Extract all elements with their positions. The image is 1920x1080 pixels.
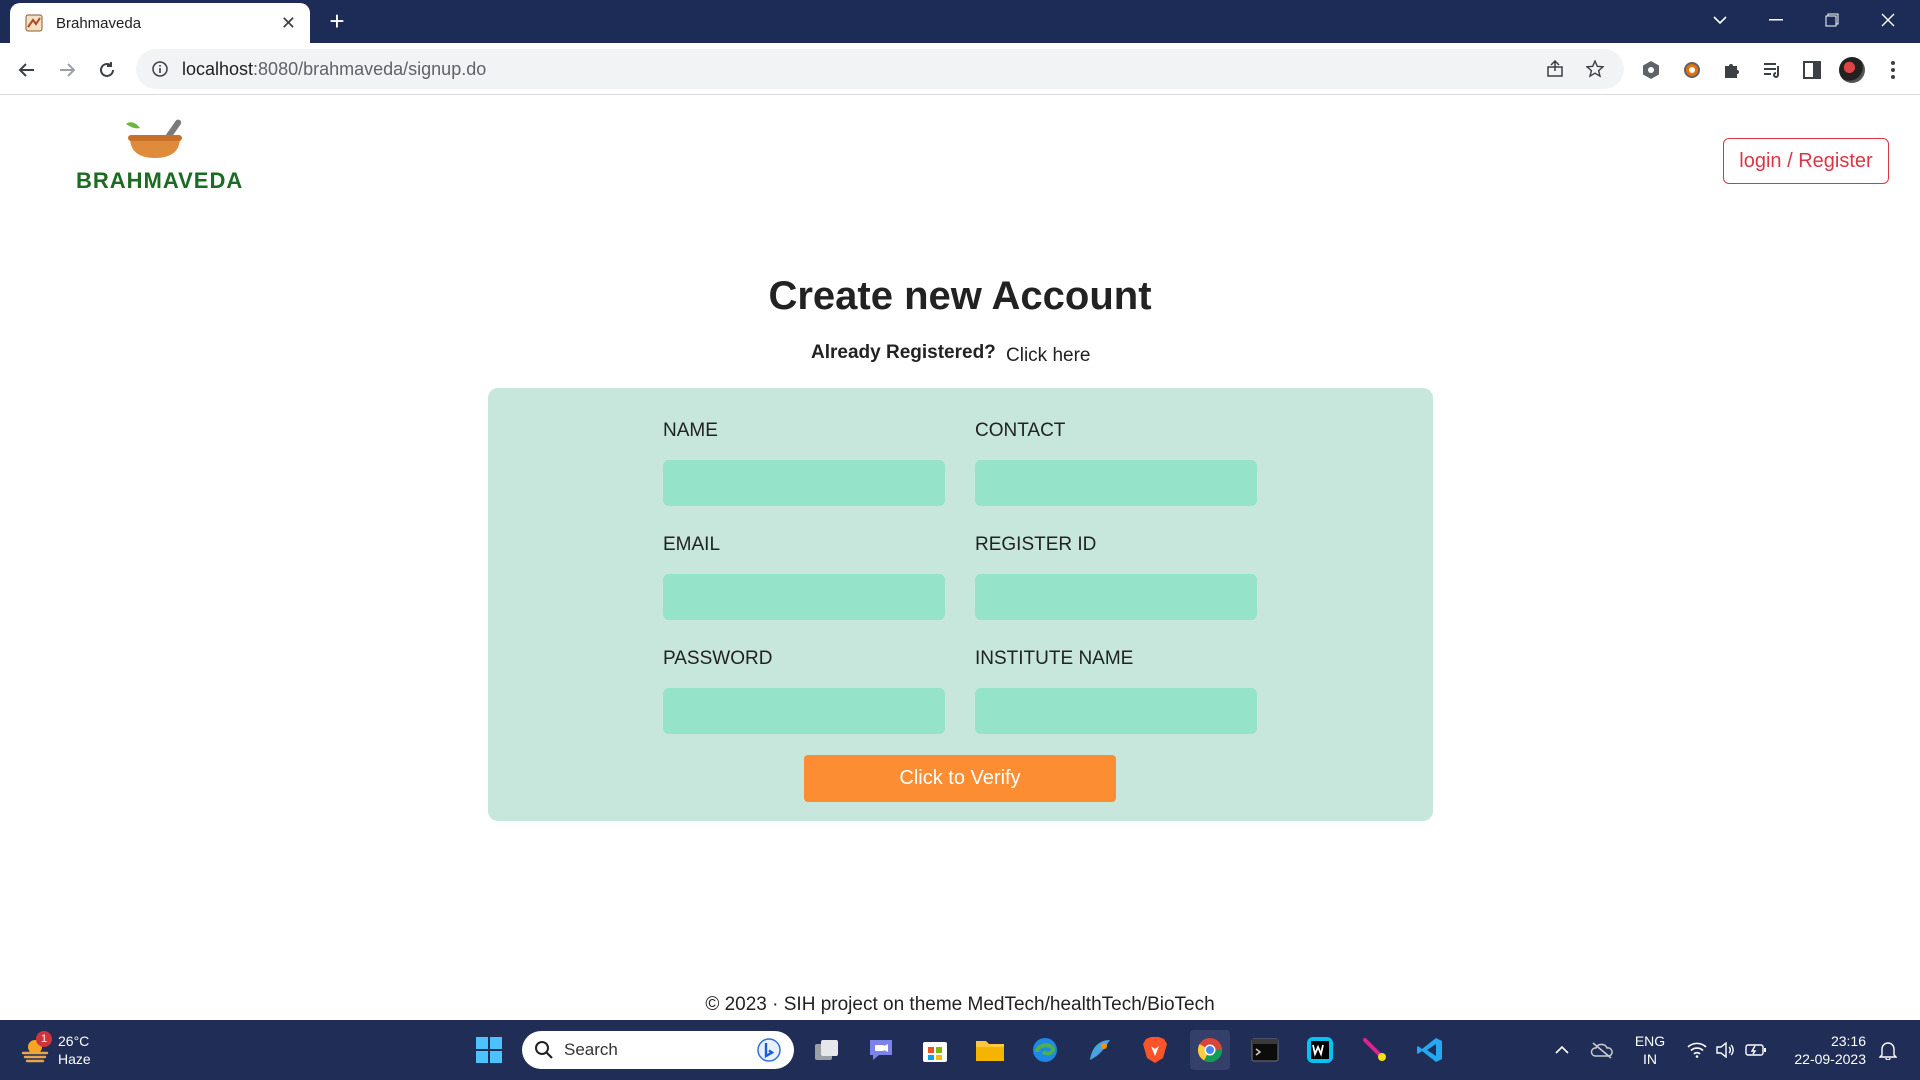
clock-time: 23:16 bbox=[1830, 1033, 1866, 1049]
minimize-button[interactable] bbox=[1748, 0, 1804, 40]
edge-browser-icon[interactable] bbox=[1025, 1030, 1065, 1070]
file-explorer-icon[interactable] bbox=[970, 1030, 1010, 1070]
page-content: BRAHMAVEDA login / Register Create new A… bbox=[0, 96, 1920, 1020]
browser-tab[interactable]: Brahmaveda ✕ bbox=[10, 3, 310, 43]
login-register-button[interactable]: login / Register bbox=[1723, 138, 1889, 184]
browser-toolbar: localhost:8080/brahmaveda/signup.do bbox=[0, 43, 1920, 95]
clock-date: 22-09-2023 bbox=[1794, 1051, 1866, 1067]
share-icon[interactable] bbox=[1540, 54, 1570, 84]
site-info-icon[interactable] bbox=[150, 59, 170, 79]
register-id-label: REGISTER ID bbox=[975, 534, 1097, 555]
taskbar: 1 26°C Haze Search ENG IN 23:16 22-09-20… bbox=[0, 1020, 1920, 1080]
close-tab-icon[interactable]: ✕ bbox=[281, 13, 296, 34]
site-favicon-icon bbox=[24, 13, 44, 33]
mortar-pestle-icon bbox=[126, 119, 182, 158]
snipping-pen-icon[interactable] bbox=[1355, 1030, 1395, 1070]
tab-title: Brahmaveda bbox=[56, 14, 142, 32]
bing-icon bbox=[757, 1038, 781, 1062]
notification-badge: 1 bbox=[36, 1031, 52, 1047]
task-view-icon[interactable] bbox=[807, 1030, 847, 1070]
vscode-icon[interactable] bbox=[1410, 1030, 1450, 1070]
name-input[interactable] bbox=[663, 460, 945, 506]
weather-haze-icon: 1 bbox=[20, 1031, 52, 1065]
already-registered-label: Already Registered? bbox=[811, 342, 996, 363]
windows-logo-icon bbox=[476, 1037, 502, 1063]
browser-menu-icon[interactable] bbox=[1877, 54, 1909, 86]
weather-widget[interactable]: 1 26°C Haze bbox=[20, 1030, 91, 1070]
tab-search-icon[interactable] bbox=[1692, 0, 1748, 40]
clock[interactable]: 23:16 22-09-2023 bbox=[1782, 1032, 1866, 1068]
url-host: localhost bbox=[182, 58, 254, 79]
logo-text: BRAHMAVEDA bbox=[76, 168, 244, 193]
language-code: ENG bbox=[1634, 1033, 1666, 1049]
signup-form: NAME CONTACT EMAIL REGISTER ID PASSWORD … bbox=[488, 388, 1433, 821]
mysql-terminal-icon[interactable] bbox=[1245, 1030, 1285, 1070]
brand-logo[interactable]: BRAHMAVEDA bbox=[76, 118, 256, 193]
onedrive-offline-icon[interactable] bbox=[1590, 1038, 1614, 1062]
institute-name-label: INSTITUTE NAME bbox=[975, 648, 1134, 669]
search-placeholder: Search bbox=[564, 1040, 618, 1059]
forward-icon[interactable] bbox=[51, 54, 83, 86]
side-panel-icon[interactable] bbox=[1796, 54, 1828, 86]
contact-label: CONTACT bbox=[975, 420, 1066, 441]
url-path: :8080/brahmaveda/signup.do bbox=[253, 58, 487, 79]
restore-button[interactable] bbox=[1804, 0, 1860, 40]
weather-desc: Haze bbox=[58, 1051, 91, 1067]
wifi-icon[interactable] bbox=[1685, 1038, 1709, 1062]
name-label: NAME bbox=[663, 420, 718, 441]
url-text: localhost:8080/brahmaveda/signup.do bbox=[182, 59, 1530, 80]
institute-name-input[interactable] bbox=[975, 688, 1257, 734]
weather-text: 26°C Haze bbox=[58, 1032, 91, 1068]
footer-text: © 2023 · SIH project on theme MedTech/he… bbox=[705, 994, 1215, 1015]
password-input[interactable] bbox=[663, 688, 945, 734]
chrome-browser-icon[interactable] bbox=[1190, 1030, 1230, 1070]
taskbar-search[interactable]: Search bbox=[522, 1031, 794, 1069]
bookmark-star-icon[interactable] bbox=[1580, 54, 1610, 84]
verify-button[interactable]: Click to Verify bbox=[804, 755, 1116, 802]
email-input[interactable] bbox=[663, 574, 945, 620]
address-bar[interactable]: localhost:8080/brahmaveda/signup.do bbox=[136, 49, 1624, 89]
page-title: Create new Account bbox=[768, 274, 1152, 318]
volume-icon[interactable] bbox=[1714, 1038, 1738, 1062]
register-id-input[interactable] bbox=[975, 574, 1257, 620]
battery-icon[interactable] bbox=[1744, 1038, 1768, 1062]
webstorm-icon[interactable] bbox=[1300, 1030, 1340, 1070]
search-icon bbox=[535, 1041, 553, 1059]
contact-input[interactable] bbox=[975, 460, 1257, 506]
brave-browser-icon[interactable] bbox=[1135, 1030, 1175, 1070]
show-hidden-icons-icon[interactable] bbox=[1550, 1038, 1574, 1062]
media-queue-icon[interactable] bbox=[1756, 54, 1788, 86]
microsoft-store-icon[interactable] bbox=[915, 1030, 955, 1070]
start-button[interactable] bbox=[469, 1030, 509, 1070]
weather-temp: 26°C bbox=[58, 1033, 90, 1049]
login-link[interactable]: Click here bbox=[1006, 345, 1090, 367]
extensions-puzzle-icon[interactable] bbox=[1716, 54, 1748, 86]
language-indicator[interactable]: ENG IN bbox=[1628, 1032, 1672, 1068]
mysql-workbench-icon[interactable] bbox=[1080, 1030, 1120, 1070]
close-window-button[interactable] bbox=[1860, 0, 1916, 40]
password-label: PASSWORD bbox=[663, 648, 773, 669]
teams-chat-icon[interactable] bbox=[861, 1030, 901, 1070]
extension-gear-icon[interactable] bbox=[1676, 54, 1708, 86]
browser-tab-bar: Brahmaveda ✕ + bbox=[0, 0, 1920, 43]
notifications-bell-icon[interactable] bbox=[1876, 1038, 1900, 1062]
reload-icon[interactable] bbox=[91, 54, 123, 86]
new-tab-button[interactable]: + bbox=[322, 6, 352, 36]
avatar bbox=[1839, 57, 1865, 83]
email-label: EMAIL bbox=[663, 534, 721, 555]
language-region: IN bbox=[1643, 1051, 1657, 1067]
profile-avatar[interactable] bbox=[1836, 54, 1868, 86]
extension-hex-icon[interactable] bbox=[1635, 54, 1667, 86]
back-icon[interactable] bbox=[11, 54, 43, 86]
